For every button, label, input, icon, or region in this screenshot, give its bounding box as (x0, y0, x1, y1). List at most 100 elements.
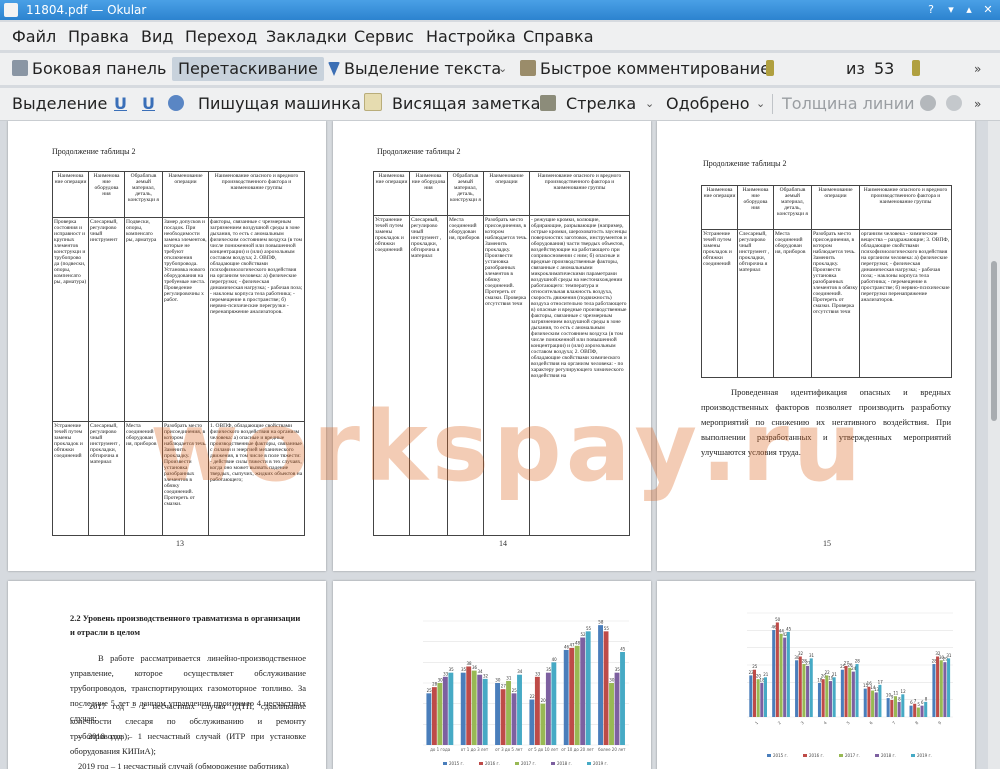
chart-bar (809, 658, 813, 717)
help-icon[interactable]: ? (924, 3, 938, 17)
table-cell: Замер допусков и посадок. При необходимо… (162, 217, 209, 422)
menu-tools[interactable]: Сервис (354, 27, 414, 46)
chart-bar (614, 672, 620, 745)
highlight-button[interactable]: Выделение (12, 92, 107, 116)
menu-bar: Файл Правка Вид Переход Закладки Сервис … (0, 22, 1000, 50)
underline-icon[interactable]: U (114, 92, 127, 116)
chart-legend-swatch (587, 762, 591, 765)
chart-bar (431, 687, 437, 745)
table-cell: организм человека - химические вещества … (859, 229, 952, 378)
sticky-note-button[interactable]: Висящая заметка (364, 92, 540, 116)
line-width-button[interactable]: Толщина линии (782, 92, 915, 116)
chart-data-label: 6 (910, 700, 913, 705)
chart-bar (540, 703, 546, 745)
chart-category-label: от 10 до 20 лет (561, 747, 594, 752)
chart-bar (844, 665, 848, 717)
chart-data-label: 25 (427, 688, 433, 693)
window-title: 11804.pdf — Okular (26, 3, 147, 17)
chart-bar (916, 707, 920, 717)
vertical-scrollbar[interactable] (988, 121, 1000, 769)
chart-data-label: 25 (752, 664, 758, 669)
toolbar-overflow-button[interactable]: » (974, 57, 981, 81)
chart-bar (506, 680, 511, 745)
chart-data-label: 58 (598, 620, 604, 625)
chart-bar (901, 694, 905, 717)
menu-settings[interactable]: Настройка (426, 27, 516, 46)
hazard-table: Наименова ние операции Наименова ние обо… (373, 171, 630, 536)
document-view[interactable]: Продолжение таблицы 2 Наименова ние опер… (0, 121, 988, 769)
typewriter-button[interactable]: Пишущая машинка (198, 92, 361, 116)
opacity-button[interactable] (946, 92, 966, 116)
chart-bar (897, 701, 901, 717)
table-cell: Места соединений оборудован ия, приборов (773, 229, 812, 378)
chart-bar (863, 688, 867, 717)
text-select-button[interactable]: Выделение текста (328, 57, 501, 81)
app-icon (4, 3, 18, 17)
chart-legend-swatch (443, 762, 447, 765)
text-select-dropdown[interactable]: ⌄ (498, 57, 507, 81)
stamp-dropdown[interactable]: ⌄ (756, 92, 765, 116)
chart-data-label: 55 (586, 626, 592, 631)
next-page-button[interactable] (912, 57, 924, 81)
section-heading: 2.2 Уровень производственного травматизм… (70, 613, 301, 637)
table-cell: Разобрать место присоединения, в котором… (483, 215, 530, 536)
chart-bar (426, 693, 432, 745)
table-row: Проверка состояния и исправност и крупны… (52, 217, 305, 422)
scrollbar-thumb[interactable] (991, 261, 997, 421)
quick-comment-button[interactable]: Быстрое комментирование (520, 57, 770, 81)
chart-data-label: 17 (878, 679, 884, 684)
table-continuation-heading: Продолжение таблицы 2 (52, 147, 136, 156)
chart-bar (932, 664, 936, 717)
menu-edit[interactable]: Правка (68, 27, 129, 46)
chart-bar (851, 671, 855, 717)
drag-button[interactable]: Перетаскивание (172, 57, 324, 81)
chart-data-label: 20 (541, 698, 547, 703)
maximize-icon[interactable]: ▴ (962, 3, 976, 17)
bar-chart-professions: 2225201821146504442452303228273131820221… (747, 612, 953, 758)
menu-go[interactable]: Переход (185, 27, 257, 46)
chart-data-label: 35 (449, 667, 455, 672)
strikeout-button[interactable] (168, 92, 188, 116)
chart-category-label: 7 (891, 720, 897, 726)
chart-data-label: 8 (898, 696, 901, 701)
close-icon[interactable]: ✕ (981, 3, 995, 17)
chart-category-label: более 20 лет (598, 747, 626, 752)
chart-bar (763, 677, 767, 717)
chevron-down-icon: ⌄ (756, 97, 766, 110)
chart-legend-label: 2018 г. (557, 761, 572, 766)
menu-bookmarks[interactable]: Закладки (266, 27, 347, 46)
chart-bar (909, 705, 913, 717)
chart-legend-label: 2017 г. (845, 753, 860, 758)
arrow-button[interactable]: Стрелка (540, 92, 636, 116)
stamp-approved-button[interactable]: Одобрено (666, 92, 750, 116)
chart-data-label: 32 (483, 673, 489, 678)
chart-data-label: 11 (893, 691, 899, 696)
chart-data-label: 6 (921, 700, 924, 705)
chart-bar (795, 660, 799, 717)
chart-bar (821, 679, 825, 717)
chart-legend-label: 2016 г. (485, 761, 500, 766)
page-of-label: из (846, 59, 865, 78)
note-icon (364, 93, 382, 111)
sidebar-button[interactable]: Боковая панель (12, 57, 166, 81)
menu-help[interactable]: Справка (523, 27, 594, 46)
toolbar2-overflow-button[interactable]: » (974, 92, 981, 116)
table-header: Наименование операции (483, 171, 530, 216)
squiggle-underline-icon[interactable]: U (142, 92, 155, 116)
arrow-dropdown[interactable]: ⌄ (645, 92, 654, 116)
minimize-icon[interactable]: ▾ (944, 3, 958, 17)
chart-bar (545, 672, 551, 745)
chart-data-label: 33 (535, 671, 541, 676)
chart-legend-label: 2016 г. (809, 753, 824, 758)
chart-bar (806, 665, 810, 717)
color-button[interactable] (920, 92, 940, 116)
page-14: Продолжение таблицы 2 Наименова ние опер… (333, 121, 651, 571)
chart-bar (913, 703, 917, 717)
chart-data-label: 27 (501, 684, 507, 689)
menu-file[interactable]: Файл (12, 27, 56, 46)
chart-bar (878, 684, 882, 717)
table-cell: Разобрать место присоединения, в котором… (811, 229, 860, 378)
menu-view[interactable]: Вид (141, 27, 173, 46)
table-cell: Места соединений оборудован ия, приборов (124, 421, 163, 536)
prev-page-button[interactable] (766, 57, 778, 81)
